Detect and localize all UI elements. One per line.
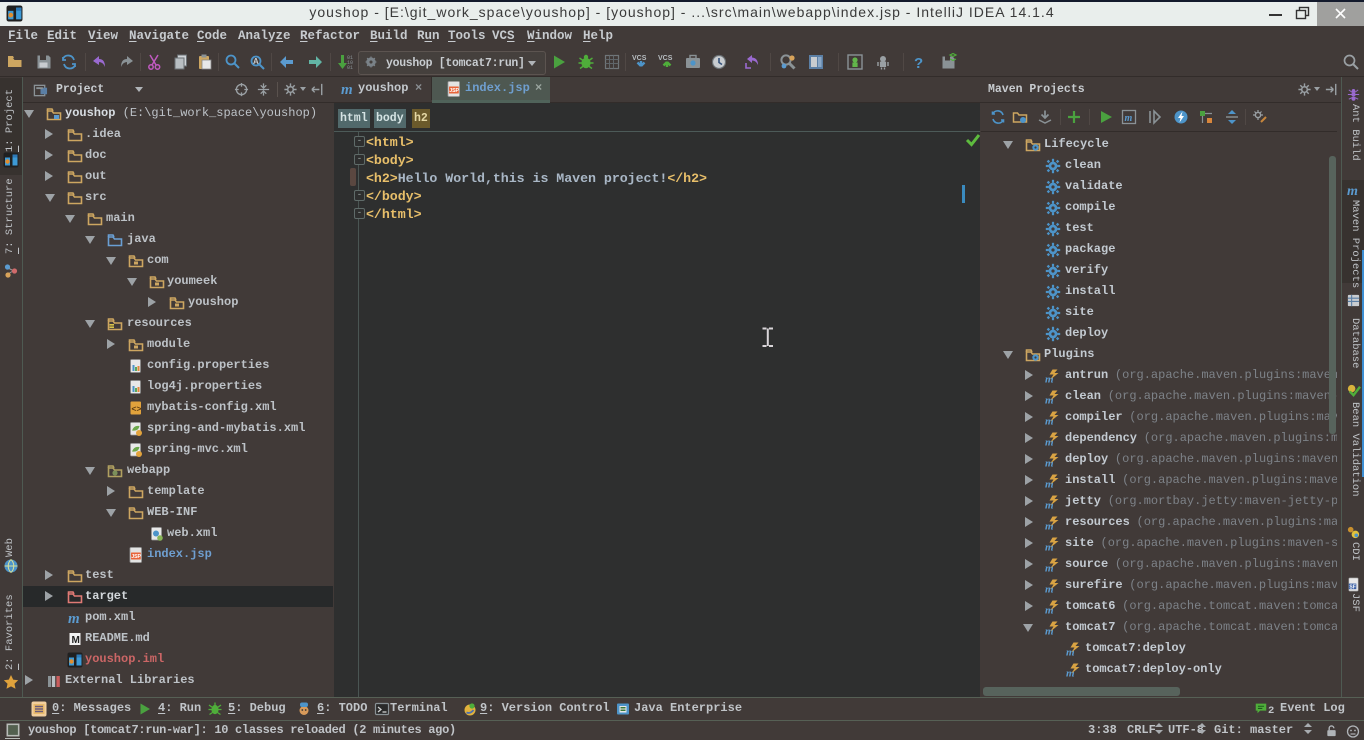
- svg-text:m: m: [1125, 113, 1133, 124]
- svg-text:A: A: [253, 57, 259, 66]
- svg-text:?: ?: [914, 55, 923, 71]
- svg-text:VCS: VCS: [658, 55, 673, 62]
- svg-text:01: 01: [347, 65, 353, 71]
- svg-text:VCS: VCS: [632, 55, 647, 62]
